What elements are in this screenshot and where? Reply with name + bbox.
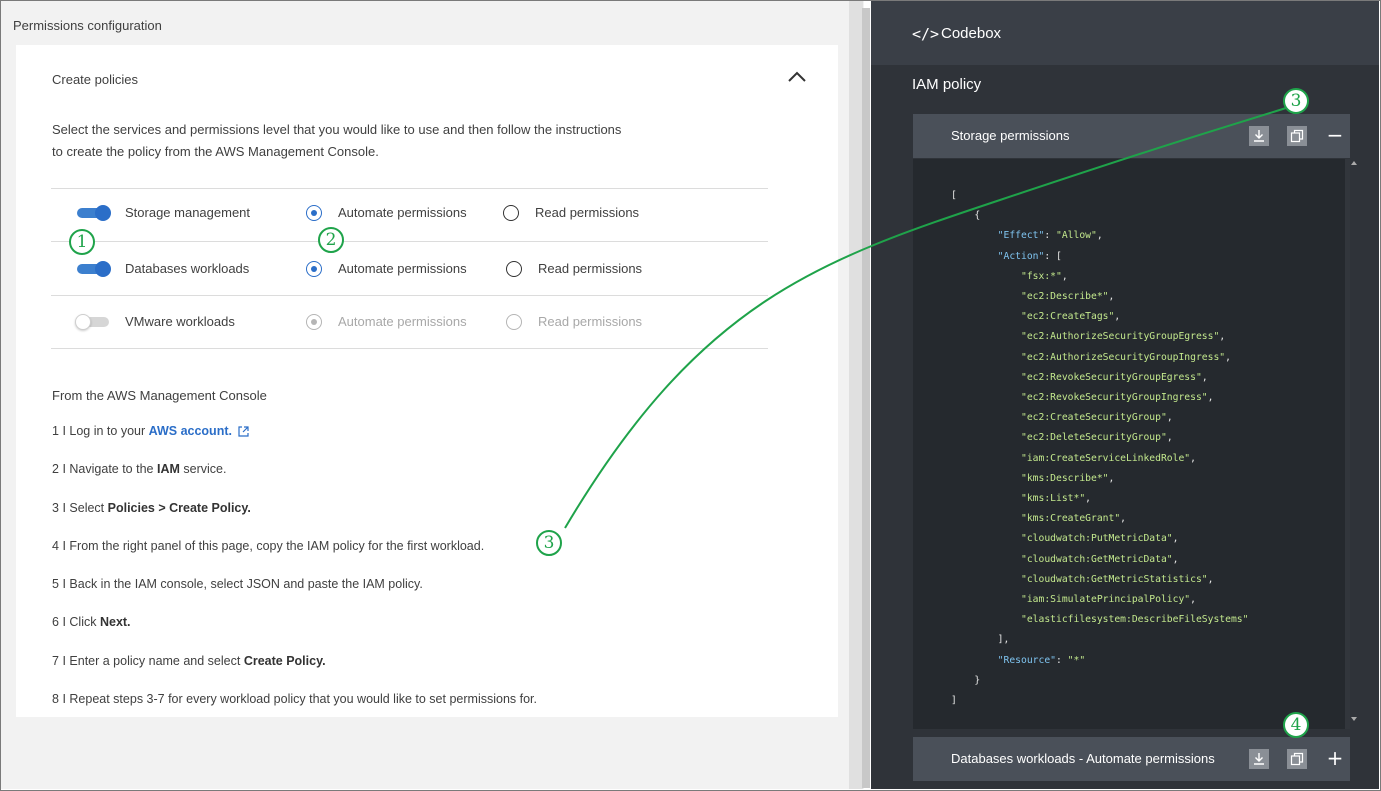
code-scrollbar[interactable]	[1345, 159, 1350, 729]
step-8: 8 I Repeat steps 3-7 for every workload …	[52, 692, 537, 706]
external-link-icon[interactable]	[238, 426, 249, 437]
divider	[51, 348, 768, 349]
step-number: 4	[52, 539, 59, 553]
row-label: Storage management	[125, 205, 251, 220]
vmware-automate-radio[interactable]	[306, 314, 322, 330]
step-separator: I	[62, 539, 66, 553]
step-5: 5 I Back in the IAM console, select JSON…	[52, 577, 423, 591]
workload-row-databases: Databases workloads Automate permissions…	[51, 244, 768, 296]
radio-label: Automate permissions	[338, 261, 467, 276]
expand-button[interactable]: +	[1325, 745, 1345, 771]
step-number: 2	[52, 462, 59, 476]
card-title: Create policies	[52, 72, 138, 87]
download-icon[interactable]	[1249, 749, 1269, 769]
radio-label: Automate permissions	[338, 314, 467, 329]
intro-line-1: Select the services and permissions leve…	[52, 122, 622, 137]
step-7: 7 I Enter a policy name and select Creat…	[52, 654, 326, 668]
create-policies-card: Create policies Select the services and …	[16, 45, 838, 717]
step-separator: I	[62, 577, 66, 591]
step-text: Navigate to the	[69, 462, 157, 476]
step-text: Repeat steps 3-7 for every workload poli…	[69, 692, 537, 706]
databases-automate-radio[interactable]	[306, 261, 322, 277]
storage-toggle[interactable]	[77, 205, 111, 221]
intro-text: Select the services and permissions leve…	[52, 119, 692, 163]
step-2: 2 I Navigate to the IAM service.	[52, 462, 226, 476]
codebox-header: </> Codebox	[871, 1, 1379, 65]
step-bold: IAM	[156, 462, 180, 476]
codebox-title: Codebox	[941, 25, 1002, 42]
left-scrollbar-track[interactable]	[849, 1, 863, 789]
console-heading: From the AWS Management Console	[52, 388, 267, 403]
iam-policy-json: [ { "Effect": "Allow", "Action": [ "fsx:…	[951, 190, 1249, 707]
step-text: Enter a policy name and select	[69, 654, 244, 668]
step-text: Click	[69, 615, 100, 629]
vmware-toggle[interactable]	[75, 314, 109, 330]
step-separator: I	[62, 654, 66, 668]
row-label: VMware workloads	[125, 314, 235, 329]
step-separator: I	[62, 692, 66, 706]
step-separator: I	[62, 424, 66, 438]
panel-title: Permissions configuration	[13, 18, 162, 33]
callout-1: 1	[69, 229, 95, 255]
section-title: Databases workloads - Automate permissio…	[951, 751, 1215, 766]
storage-read-radio[interactable]	[503, 205, 519, 221]
step-text: From the right panel of this page, copy …	[69, 539, 485, 553]
databases-permissions-header[interactable]: Databases workloads - Automate permissio…	[913, 737, 1350, 781]
copy-icon[interactable]	[1287, 126, 1307, 146]
step-number: 6	[52, 615, 59, 629]
step-number: 8	[52, 692, 59, 706]
step-bold: Create Policy.	[243, 654, 326, 668]
step-text: Select	[69, 501, 108, 515]
scroll-down-arrow-icon[interactable]	[1351, 717, 1357, 721]
step-6: 6 I Click Next.	[52, 615, 131, 629]
callout-3-codebox: 3	[1283, 88, 1309, 114]
copy-icon[interactable]	[1287, 749, 1307, 769]
collapse-button[interactable]: −	[1325, 122, 1345, 148]
download-icon[interactable]	[1249, 126, 1269, 146]
step-separator: I	[62, 501, 66, 515]
radio-label: Read permissions	[538, 261, 643, 276]
databases-toggle[interactable]	[77, 261, 111, 277]
code-icon: </>	[912, 25, 940, 43]
workload-row-vmware: VMware workloads Automate permissions Re…	[51, 297, 768, 349]
permissions-panel: Permissions configuration Create policie…	[1, 1, 864, 789]
step-bold: Next.	[99, 615, 131, 629]
step-number: 3	[52, 501, 59, 515]
step-separator: I	[62, 615, 66, 629]
callout-3: 3	[536, 530, 562, 556]
codebox-panel: </> Codebox IAM policy Storage permissio…	[871, 1, 1379, 789]
radio-label: Automate permissions	[338, 205, 467, 220]
scroll-up-arrow-icon[interactable]	[1351, 161, 1357, 165]
step-4: 4 I From the right panel of this page, c…	[52, 539, 484, 553]
step-number: 5	[52, 577, 59, 591]
step-1: 1 I Log in to your AWS account.	[52, 424, 249, 438]
storage-permissions-header[interactable]: Storage permissions −	[913, 114, 1350, 158]
section-title: Storage permissions	[951, 128, 1070, 143]
vmware-read-radio[interactable]	[506, 314, 522, 330]
intro-line-2: to create the policy from the AWS Manage…	[52, 144, 379, 159]
storage-automate-radio[interactable]	[306, 205, 322, 221]
step-text: Log in to your	[69, 424, 149, 438]
code-block: [ { "Effect": "Allow", "Action": [ "fsx:…	[913, 159, 1350, 729]
left-scrollbar-thumb[interactable]	[862, 8, 870, 788]
step-number: 7	[52, 654, 59, 668]
chevron-up-icon[interactable]	[785, 67, 809, 85]
step-number: 1	[52, 424, 59, 438]
divider	[51, 241, 768, 242]
step-text: service.	[179, 462, 227, 476]
step-3: 3 I Select Policies > Create Policy.	[52, 501, 251, 515]
step-text: Back in the IAM console, select JSON and…	[69, 577, 423, 591]
callout-4: 4	[1283, 712, 1309, 738]
callout-2: 2	[318, 227, 344, 253]
workload-row-storage: Storage management Automate permissions …	[51, 188, 768, 240]
step-bold: Policies > Create Policy.	[107, 501, 251, 515]
radio-label: Read permissions	[535, 205, 640, 220]
radio-label: Read permissions	[538, 314, 643, 329]
step-separator: I	[62, 462, 66, 476]
databases-read-radio[interactable]	[506, 261, 522, 277]
aws-account-link[interactable]: AWS account.	[149, 424, 232, 438]
divider	[51, 295, 768, 296]
iam-policy-title: IAM policy	[912, 76, 982, 93]
row-label: Databases workloads	[125, 261, 250, 276]
